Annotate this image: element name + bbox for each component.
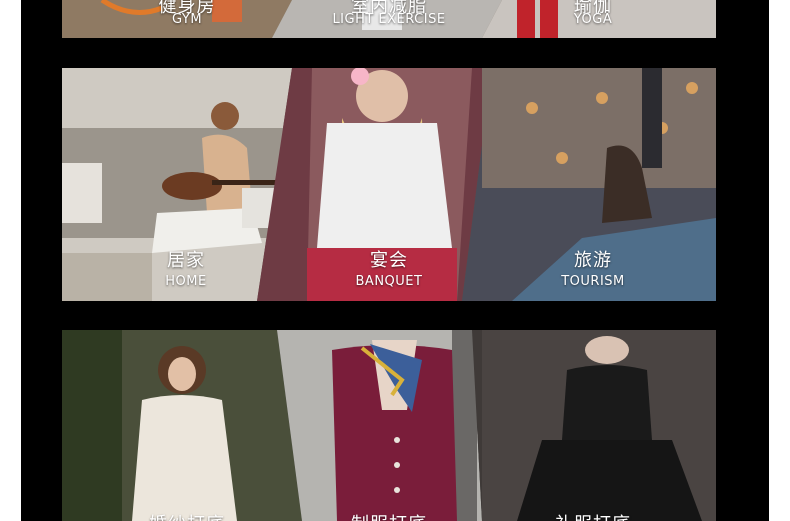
home-label-zh: 居家 bbox=[167, 250, 205, 271]
uniform-caption: 制服打底 bbox=[334, 510, 444, 521]
light-exercise-caption: 室内减脂 LIGHT EXERCISE bbox=[317, 0, 461, 27]
gym-caption: 健身房 GYM bbox=[142, 0, 232, 27]
bridal-caption: 婚纱打底 bbox=[132, 510, 242, 521]
home-label-en: HOME bbox=[165, 274, 207, 289]
formal-scenes-row: 婚纱打底 制服打底 礼服打底 bbox=[62, 330, 716, 521]
tourism-label-en: TOURISM bbox=[561, 274, 625, 289]
evening-dress-label-zh: 礼服打底 bbox=[538, 510, 648, 521]
formal-scenes-photo bbox=[62, 330, 716, 521]
yoga-caption: 瑜伽 YOGA bbox=[548, 0, 638, 27]
home-caption: 居家 HOME bbox=[141, 246, 231, 289]
bridal-label-zh: 婚纱打底 bbox=[132, 510, 242, 521]
gym-label-en: GYM bbox=[171, 12, 203, 27]
tourism-label-zh: 旅游 bbox=[574, 250, 612, 271]
life-scenes-row: 居家 HOME 宴会 BANQUET 旅游 TOURISM bbox=[62, 68, 716, 301]
tourism-caption: 旅游 TOURISM bbox=[543, 246, 643, 289]
light-exercise-label-en: LIGHT EXERCISE bbox=[332, 12, 446, 27]
banquet-label-zh: 宴会 bbox=[370, 250, 408, 271]
banquet-label-en: BANQUET bbox=[355, 274, 423, 289]
banquet-caption: 宴会 BANQUET bbox=[339, 246, 439, 289]
evening-dress-caption: 礼服打底 bbox=[538, 510, 648, 521]
sport-scenes-row: 健身房 GYM 室内减脂 LIGHT EXERCISE 瑜伽 YOGA bbox=[62, 0, 716, 38]
uniform-label-zh: 制服打底 bbox=[334, 510, 444, 521]
yoga-label-en: YOGA bbox=[573, 12, 613, 27]
